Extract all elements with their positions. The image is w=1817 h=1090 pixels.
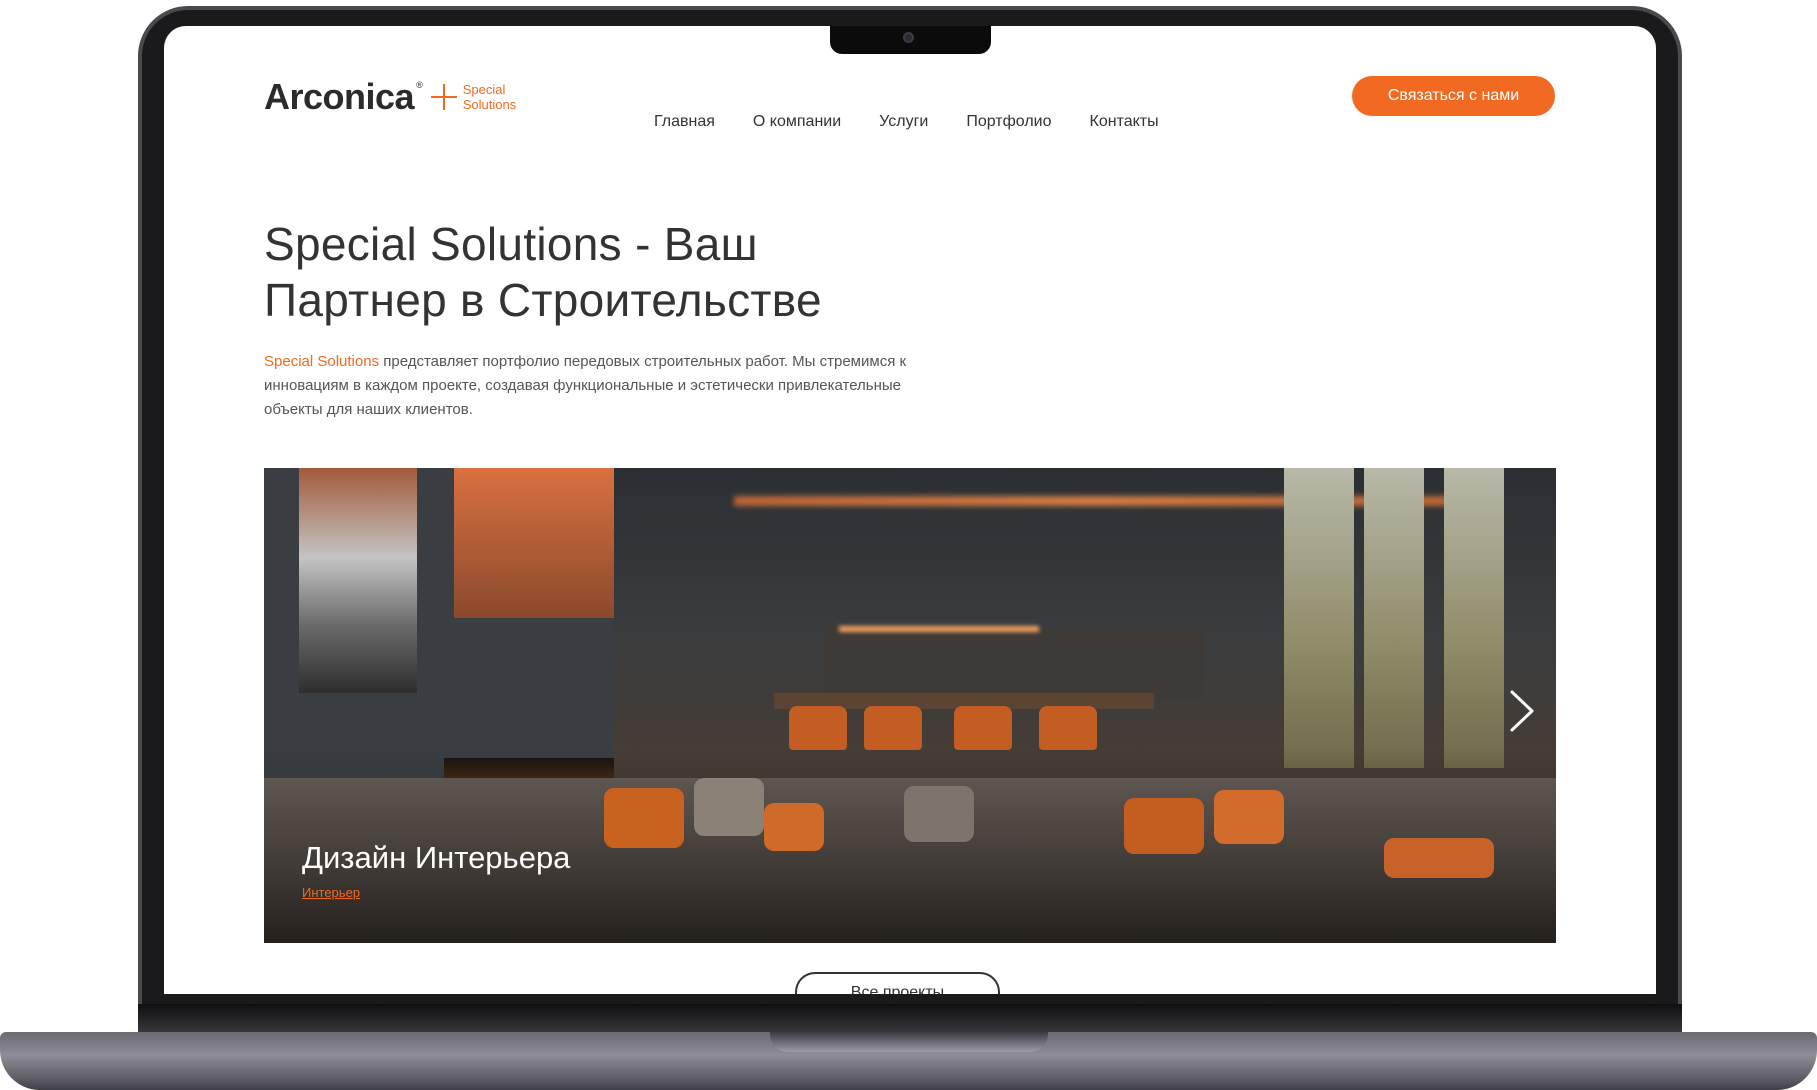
- chevron-right-icon: [1510, 690, 1534, 732]
- hero-description: Special Solutions представляет портфолио…: [264, 350, 924, 422]
- nav-item-contacts[interactable]: Контакты: [1090, 113, 1159, 131]
- logo-subtitle: Special Solutions: [463, 82, 516, 112]
- site-logo[interactable]: Arconica ® Special Solutions: [264, 76, 516, 118]
- slide-category-link[interactable]: Интерьер: [302, 885, 360, 900]
- slider-next-button[interactable]: [1500, 686, 1540, 736]
- slide-title: Дизайн Интерьера: [302, 840, 571, 875]
- page-title: Special Solutions - Ваш Партнер в Строит…: [264, 216, 964, 328]
- nav-item-about[interactable]: О компании: [753, 113, 841, 131]
- hero-description-accent: Special Solutions: [264, 353, 380, 370]
- contact-us-button[interactable]: Связаться с нами: [1352, 76, 1555, 116]
- browser-viewport: Arconica ® Special Solutions Главная О к…: [164, 26, 1656, 994]
- main-nav: Главная О компании Услуги Портфолио Конт…: [654, 113, 1159, 131]
- page-title-line1: Special Solutions - Ваш: [264, 218, 758, 270]
- logo-subtitle-line1: Special: [462, 82, 506, 97]
- nav-item-portfolio[interactable]: Портфолио: [966, 113, 1051, 131]
- logo-registered-mark: ®: [416, 80, 423, 90]
- logo-wordmark: Arconica: [264, 76, 415, 117]
- page-title-line2: Партнер в Строительстве: [264, 274, 822, 326]
- logo-subtitle-line2: Solutions: [462, 97, 517, 112]
- portfolio-slider[interactable]: Дизайн Интерьера Интерьер: [264, 468, 1556, 943]
- all-projects-button[interactable]: Все проекты: [795, 972, 1000, 994]
- camera-icon: [903, 32, 914, 43]
- nav-item-services[interactable]: Услуги: [879, 113, 928, 131]
- laptop-opening-notch: [770, 1032, 1048, 1052]
- nav-item-home[interactable]: Главная: [654, 113, 715, 131]
- laptop-bezel-bottom: [138, 1004, 1682, 1034]
- plus-icon: [430, 84, 457, 110]
